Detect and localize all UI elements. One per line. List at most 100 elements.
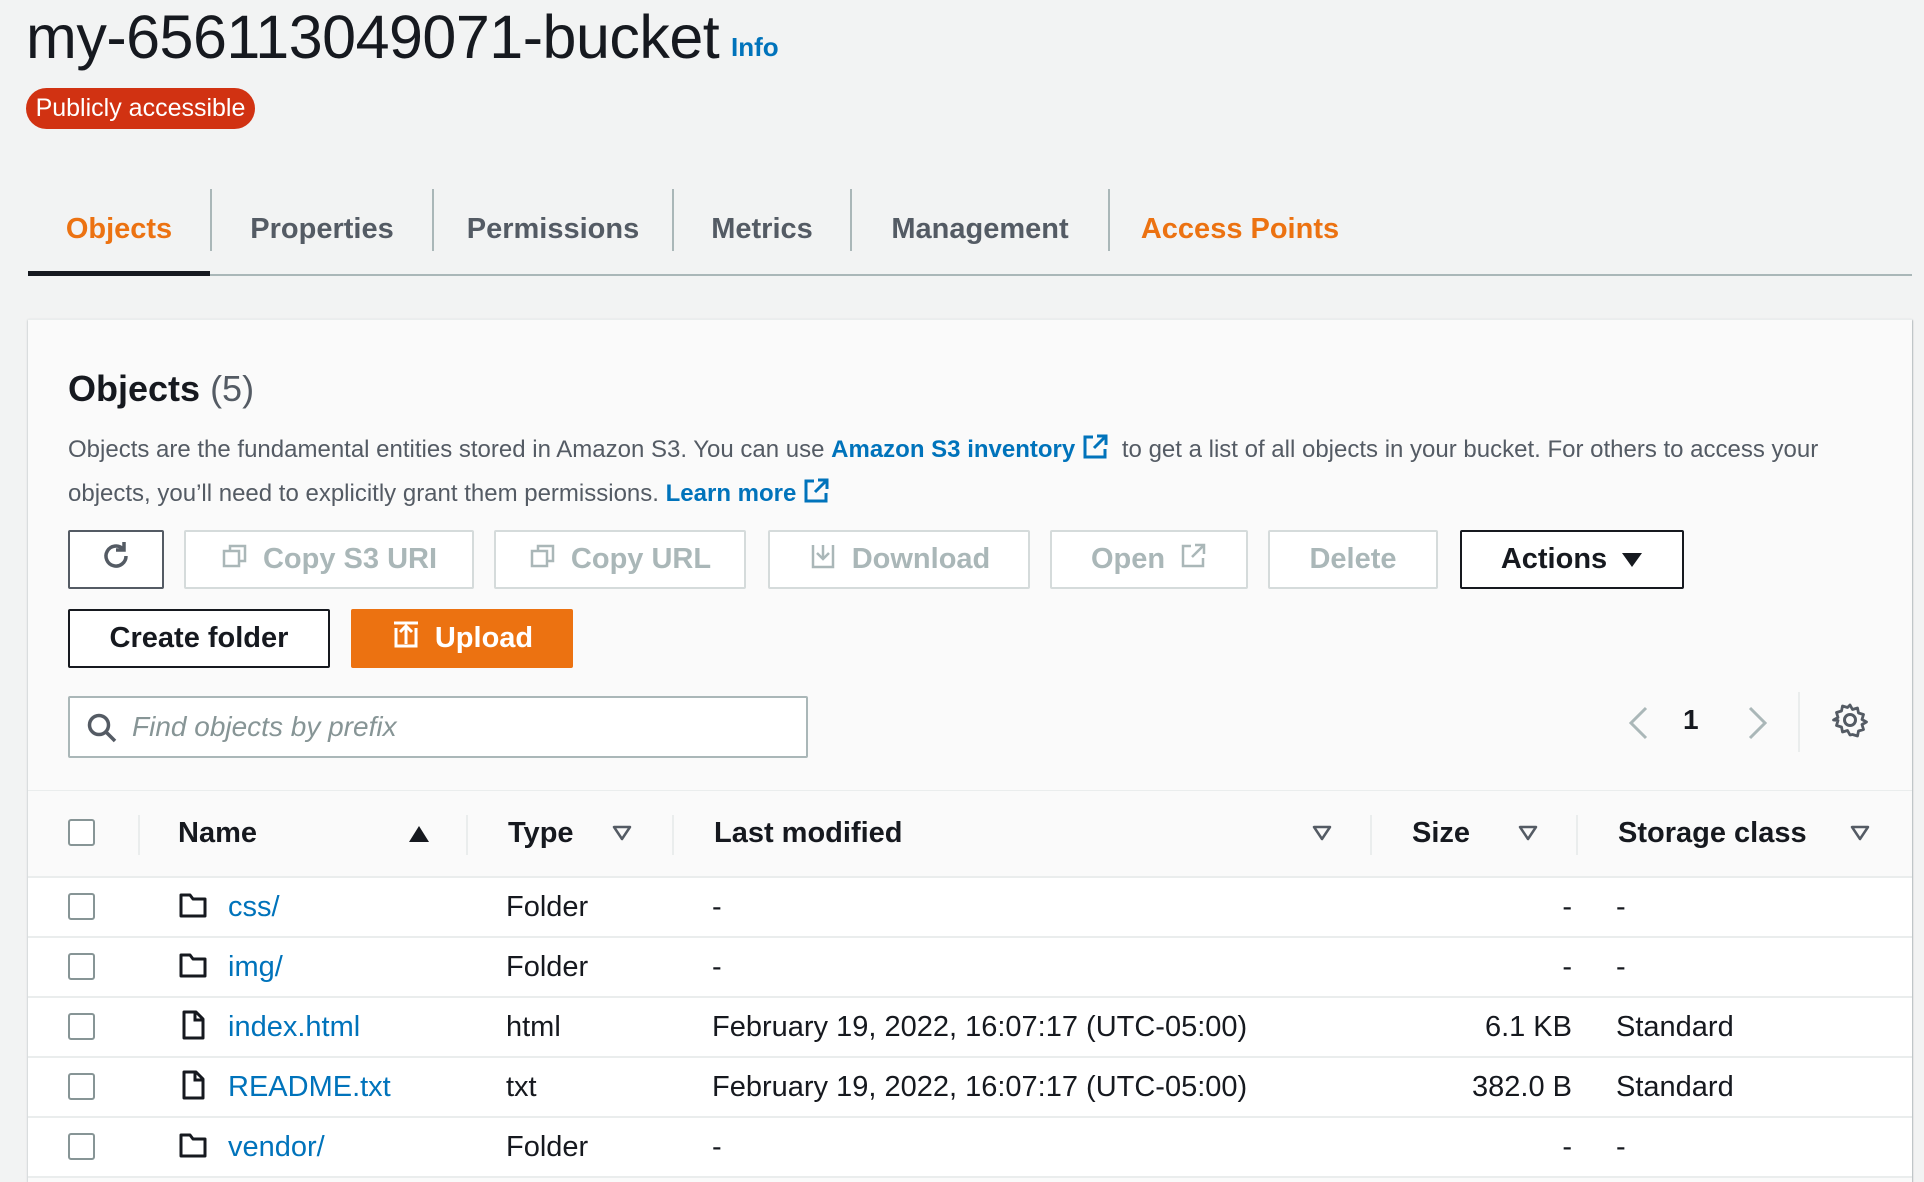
open-label: Open <box>1090 543 1166 575</box>
next-page-icon[interactable] <box>1746 705 1770 746</box>
tab-metrics[interactable]: Metrics <box>674 184 850 274</box>
sort-icon[interactable] <box>1518 825 1538 846</box>
pager-divider <box>1798 692 1800 752</box>
file-icon <box>178 1070 208 1105</box>
copy-s3-uri-label: Copy S3 URI <box>262 543 438 575</box>
column-header-storage-class[interactable]: Storage class <box>1618 817 1807 850</box>
object-size: 382.0 B <box>1472 1071 1572 1103</box>
description-text: Objects are the fundamental entities sto… <box>68 436 825 463</box>
table-row[interactable]: vendor/ Folder - - - <box>28 1118 1912 1178</box>
delete-label: Delete <box>1309 543 1397 575</box>
objects-panel: Objects (5) Objects are the fundamental … <box>28 319 1912 1182</box>
object-size: - <box>1562 891 1572 923</box>
table-header: Name Type Last modified Size Storage cla… <box>28 790 1912 878</box>
refresh-button[interactable] <box>68 530 164 589</box>
copy-icon <box>221 542 249 578</box>
table-row[interactable]: css/ Folder - - - <box>28 878 1912 938</box>
upload-icon <box>391 620 421 658</box>
create-folder-button[interactable]: Create folder <box>68 609 330 668</box>
folder-icon <box>178 1130 208 1165</box>
sort-icon[interactable] <box>1850 825 1870 846</box>
column-header-size[interactable]: Size <box>1412 817 1470 850</box>
object-type: html <box>506 1011 561 1043</box>
object-name-link[interactable]: index.html <box>228 1011 360 1044</box>
row-checkbox[interactable] <box>68 1013 95 1040</box>
select-all-checkbox[interactable] <box>68 819 95 846</box>
column-header-last-modified[interactable]: Last modified <box>714 817 903 850</box>
tab-access-points[interactable]: Access Points <box>1110 184 1370 274</box>
object-storage-class: - <box>1616 951 1626 983</box>
previous-page-icon[interactable] <box>1626 705 1650 746</box>
refresh-icon <box>99 539 133 581</box>
object-name-link[interactable]: README.txt <box>228 1071 391 1104</box>
copy-s3-uri-button[interactable]: Copy S3 URI <box>184 530 474 589</box>
row-checkbox[interactable] <box>68 953 95 980</box>
sort-ascending-icon[interactable] <box>408 825 430 848</box>
table-row[interactable]: img/ Folder - - - <box>28 938 1912 998</box>
object-last-modified: February 19, 2022, 16:07:17 (UTC-05:00) <box>712 1011 1248 1043</box>
objects-count: (5) <box>210 368 255 409</box>
copy-url-label: Copy URL <box>570 543 712 575</box>
object-last-modified: - <box>712 891 722 923</box>
upload-button[interactable]: Upload <box>351 609 573 668</box>
object-type: txt <box>506 1071 537 1103</box>
folder-icon <box>178 890 208 925</box>
caret-down-icon <box>1621 543 1643 576</box>
external-link-icon <box>1179 542 1207 578</box>
objects-description: Objects are the fundamental entities sto… <box>68 430 1888 518</box>
s3-inventory-link[interactable]: Amazon S3 inventory <box>831 436 1075 463</box>
folder-icon <box>178 950 208 985</box>
object-storage-class: - <box>1616 891 1626 923</box>
learn-more-link[interactable]: Learn more <box>666 480 797 507</box>
file-icon <box>178 1010 208 1045</box>
tab-management[interactable]: Management <box>852 184 1108 274</box>
table-row[interactable]: README.txt txt February 19, 2022, 16:07:… <box>28 1058 1912 1118</box>
copy-url-button[interactable]: Copy URL <box>494 530 746 589</box>
delete-button[interactable]: Delete <box>1268 530 1438 589</box>
column-divider <box>1576 815 1578 855</box>
column-divider <box>466 815 468 855</box>
current-page-number[interactable]: 1 <box>1683 704 1699 736</box>
create-folder-label: Create folder <box>109 622 289 654</box>
object-type: Folder <box>506 951 589 983</box>
objects-table: Name Type Last modified Size Storage cla… <box>28 790 1912 1178</box>
open-button[interactable]: Open <box>1050 530 1248 589</box>
upload-label: Upload <box>434 622 534 654</box>
tab-objects[interactable]: Objects <box>28 184 210 276</box>
object-last-modified: February 19, 2022, 16:07:17 (UTC-05:00) <box>712 1071 1248 1103</box>
object-name-link[interactable]: vendor/ <box>228 1131 325 1164</box>
objects-heading-label: Objects <box>68 368 201 409</box>
info-link[interactable]: Info <box>731 32 779 63</box>
search-input[interactable] <box>132 706 792 748</box>
column-header-name[interactable]: Name <box>178 817 257 850</box>
actions-dropdown[interactable]: Actions <box>1460 530 1684 589</box>
object-type: Folder <box>506 1131 589 1163</box>
column-divider <box>672 815 674 855</box>
download-icon <box>808 541 838 579</box>
download-button[interactable]: Download <box>768 530 1030 589</box>
object-name-link[interactable]: img/ <box>228 951 283 984</box>
object-size: - <box>1562 951 1572 983</box>
copy-icon <box>529 542 557 578</box>
objects-heading: Objects (5) <box>68 368 254 410</box>
column-divider <box>138 815 140 855</box>
object-size: - <box>1562 1131 1572 1163</box>
row-checkbox[interactable] <box>68 1073 95 1100</box>
column-header-type[interactable]: Type <box>508 817 574 850</box>
public-access-badge: Publicly accessible <box>26 88 255 129</box>
object-size: 6.1 KB <box>1484 1011 1572 1043</box>
object-last-modified: - <box>712 951 722 983</box>
tab-permissions[interactable]: Permissions <box>434 184 672 274</box>
gear-icon[interactable] <box>1832 702 1868 743</box>
bucket-title: my-656113049071-bucket <box>26 3 720 71</box>
object-last-modified: - <box>712 1131 722 1163</box>
search-icon <box>86 712 118 749</box>
sort-icon[interactable] <box>612 825 632 846</box>
tab-properties[interactable]: Properties <box>212 184 432 274</box>
object-name-link[interactable]: css/ <box>228 891 280 924</box>
row-checkbox[interactable] <box>68 1133 95 1160</box>
row-checkbox[interactable] <box>68 893 95 920</box>
table-row[interactable]: index.html html February 19, 2022, 16:07… <box>28 998 1912 1058</box>
sort-icon[interactable] <box>1312 825 1332 846</box>
download-label: Download <box>851 543 991 575</box>
